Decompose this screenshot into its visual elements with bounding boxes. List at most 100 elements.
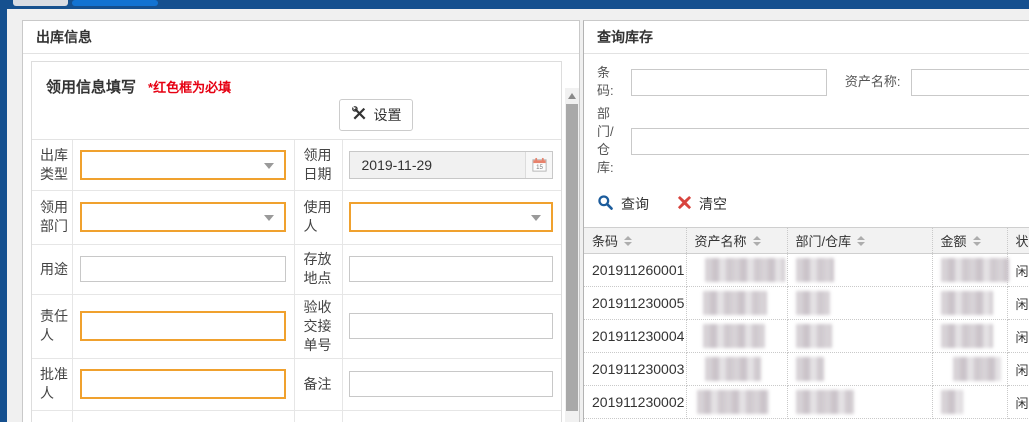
acceptance-handover-no-input[interactable]: [349, 313, 554, 339]
left-edge-strip: [0, 9, 7, 422]
chevron-down-icon: [531, 215, 541, 221]
barcode-cell: 201911230003: [584, 353, 686, 386]
label-acceptance-no: 验收交接单号: [294, 294, 342, 358]
dept-warehouse-filter-input[interactable]: [631, 128, 1029, 155]
label-outbound-type: 出库类型: [32, 140, 72, 190]
censored-dept: [796, 324, 832, 348]
panel-title-outbound: 出库信息: [23, 21, 579, 54]
censored-asset-name: [703, 324, 765, 348]
requisition-form-table: 出库类型 领用日期 2019-11-29: [32, 140, 561, 422]
responsible-person-input[interactable]: [80, 311, 286, 341]
label-approver: 批准人: [32, 358, 72, 410]
censored-amount: [941, 258, 1009, 282]
chevron-down-icon: [264, 215, 274, 221]
sort-icon[interactable]: [857, 236, 865, 246]
barcode-cell: 201911260001: [584, 254, 686, 287]
top-bar: [0, 0, 1029, 9]
required-note: *红色框为必填: [148, 77, 231, 96]
form-heading: 领用信息填写: [46, 76, 136, 97]
clear-button-label: 清空: [699, 194, 727, 214]
query-actions: 查询 清空: [584, 182, 1029, 218]
inventory-table: 条码 资产名称 部门/仓库 金额 状态 201911260001 闲置 2019…: [584, 227, 1029, 419]
table-row[interactable]: 201911230005 闲置: [584, 287, 1029, 320]
censored-amount: [941, 324, 993, 348]
censored-amount: [953, 357, 1001, 381]
table-row[interactable]: 201911260001 闲置: [584, 254, 1029, 287]
sort-icon[interactable]: [753, 236, 761, 246]
barcode-filter-input[interactable]: [631, 69, 827, 96]
chevron-down-icon: [264, 163, 274, 169]
query-filters: 条码: 资产名称: 部门/仓库:: [584, 54, 1029, 177]
censored-amount: [941, 291, 993, 315]
browser-tab-inactive[interactable]: [13, 0, 68, 6]
status-value: 闲置: [1016, 363, 1029, 378]
col-header-amount: 金额: [941, 231, 967, 250]
sort-icon[interactable]: [624, 236, 632, 246]
status-value: 闲置: [1016, 264, 1029, 279]
barcode-cell: 201911230002: [584, 386, 686, 419]
scroll-up-arrow-icon[interactable]: [565, 89, 579, 102]
table-row[interactable]: 201911230004 闲置: [584, 320, 1029, 353]
label-requisition-dept: 领用部门: [32, 190, 72, 244]
table-row[interactable]: 201911230002 闲置: [584, 386, 1029, 419]
label-storage-location: 存放地点: [294, 244, 342, 294]
remarks-input[interactable]: [349, 371, 554, 397]
dept-warehouse-filter-label: 部门/仓库:: [597, 105, 623, 177]
censored-asset-name: [703, 291, 767, 315]
label-user: 使用人: [294, 190, 342, 244]
table-row[interactable]: 201911230003 闲置: [584, 353, 1029, 386]
status-value: 闲置: [1016, 297, 1029, 312]
inventory-results: 条码 资产名称 部门/仓库 金额 状态 201911260001 闲置 2019…: [584, 227, 1029, 419]
settings-button-label: 设置: [374, 105, 402, 125]
censored-dept: [796, 357, 824, 381]
label-next-row: [294, 410, 342, 422]
calendar-icon[interactable]: 15: [525, 152, 552, 178]
search-icon: [597, 194, 614, 214]
outbound-info-panel: 出库信息 领用信息填写 *红色框为必填: [22, 20, 580, 422]
purpose-input[interactable]: [80, 256, 286, 282]
censored-dept: [796, 291, 830, 315]
panel-title-query: 查询库存: [584, 21, 1029, 54]
label-requisition-date: 领用日期: [294, 140, 342, 190]
query-button[interactable]: 查询: [597, 194, 649, 214]
settings-button[interactable]: 设置: [339, 99, 413, 131]
outbound-form-scroll-area: 领用信息填写 *红色框为必填 设置: [23, 54, 579, 422]
requisition-form-card: 领用信息填写 *红色框为必填 设置: [31, 61, 562, 422]
svg-text:15: 15: [536, 164, 543, 171]
vertical-scrollbar[interactable]: [565, 88, 579, 422]
barcode-filter-label: 条码:: [597, 64, 623, 100]
date-value: 2019-11-29: [350, 157, 526, 173]
barcode-cell: 201911230004: [584, 320, 686, 353]
label-next-row: [32, 410, 72, 422]
approver-input[interactable]: [80, 369, 286, 399]
table-header-row: 条码 资产名称 部门/仓库 金额 状态: [584, 228, 1029, 254]
close-x-icon: [677, 195, 692, 213]
censored-dept: [796, 258, 834, 282]
col-header-status: 状态: [1016, 231, 1029, 250]
sort-icon[interactable]: [973, 236, 981, 246]
storage-location-input[interactable]: [349, 256, 554, 282]
censored-asset-name: [705, 357, 761, 381]
user-select[interactable]: [349, 202, 554, 232]
requisition-dept-select[interactable]: [80, 202, 286, 232]
status-value: 闲置: [1016, 396, 1029, 411]
status-value: 闲置: [1016, 330, 1029, 345]
tools-icon: [351, 105, 368, 125]
app-screen: 出库信息 领用信息填写 *红色框为必填: [0, 0, 1029, 422]
outbound-type-select[interactable]: [80, 150, 286, 180]
col-header-barcode: 条码: [592, 231, 618, 250]
query-button-label: 查询: [621, 194, 649, 214]
censored-asset-name: [705, 258, 785, 282]
censored-dept: [796, 390, 854, 414]
asset-name-filter-label: 资产名称:: [845, 73, 901, 91]
col-header-asset-name: 资产名称: [695, 231, 747, 250]
inventory-query-panel: 查询库存 条码: 资产名称: 部门/仓库: 查: [583, 20, 1029, 422]
asset-name-filter-input[interactable]: [911, 69, 1029, 96]
label-responsible-person: 责任人: [32, 294, 72, 358]
scrollbar-thumb[interactable]: [566, 104, 578, 411]
label-remarks: 备注: [294, 358, 342, 410]
col-header-dept-warehouse: 部门/仓库: [796, 231, 852, 250]
browser-tab-active[interactable]: [72, 0, 158, 6]
requisition-date-field[interactable]: 2019-11-29 15: [349, 151, 554, 179]
clear-button[interactable]: 清空: [677, 194, 727, 214]
